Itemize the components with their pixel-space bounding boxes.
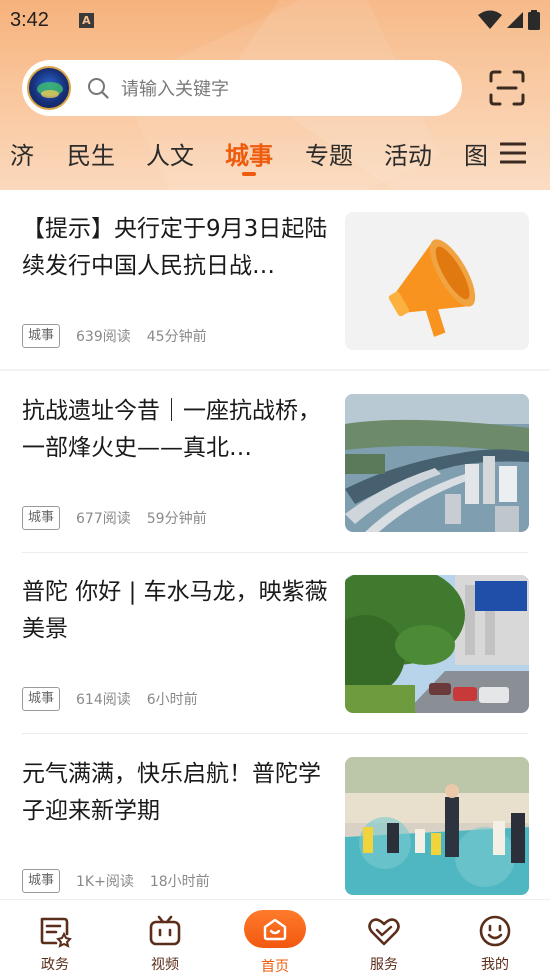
divider xyxy=(22,552,528,553)
news-meta: 城事 639阅读 45分钟前 xyxy=(22,324,207,348)
news-title: 元气满满，快乐启航！普陀学子迎来新学期 xyxy=(22,761,321,824)
school-children-photo xyxy=(345,757,529,895)
news-meta: 城事 677阅读 59分钟前 xyxy=(22,506,207,530)
publish-time: 18小时前 xyxy=(149,874,210,890)
publish-time: 6小时前 xyxy=(146,692,198,708)
nav-label: 政务 xyxy=(41,957,69,973)
notification-icon: A xyxy=(78,12,94,28)
nav-home[interactable]: 首页 xyxy=(230,900,320,979)
home-icon xyxy=(263,918,287,941)
government-affairs-icon xyxy=(40,917,72,948)
nav-government[interactable]: 政务 xyxy=(10,900,100,979)
nav-profile[interactable]: 我的 xyxy=(450,900,540,979)
category-tag: 城事 xyxy=(22,506,61,530)
read-count: 639阅读 xyxy=(76,329,131,345)
nav-video[interactable]: 视频 xyxy=(120,900,210,979)
status-indicators xyxy=(478,10,540,30)
nav-label: 视频 xyxy=(151,957,179,973)
tab-livelihood[interactable]: 民生 xyxy=(67,136,115,171)
nav-label: 服务 xyxy=(370,957,398,973)
search-row: 请输入关键字 xyxy=(0,60,550,118)
tab-economy[interactable]: 济 xyxy=(10,136,34,171)
news-item[interactable]: 元气满满，快乐启航！普陀学子迎来新学期 城事 1K+阅读 18小时前 xyxy=(0,736,550,899)
video-tv-icon xyxy=(149,915,181,946)
news-item[interactable]: 抗战遗址今昔｜一座抗战桥，一部烽火史——真北… 城事 677阅读 59分钟前 xyxy=(0,373,550,553)
publish-time: 45分钟前 xyxy=(146,329,207,345)
scan-icon[interactable] xyxy=(488,69,526,107)
active-tab-indicator xyxy=(242,172,256,176)
divider xyxy=(0,369,550,371)
tab-city-affairs[interactable]: 城事 xyxy=(225,136,273,171)
news-meta: 城事 1K+阅读 18小时前 xyxy=(22,869,210,893)
category-tag: 城事 xyxy=(22,869,61,893)
signal-icon xyxy=(507,12,523,28)
status-bar: 3:42 A xyxy=(0,0,550,40)
tab-culture[interactable]: 人文 xyxy=(146,136,194,171)
divider xyxy=(22,733,528,734)
menu-icon[interactable] xyxy=(500,141,526,165)
app-logo[interactable] xyxy=(27,66,71,110)
news-meta: 城事 614阅读 6小时前 xyxy=(22,687,198,711)
category-tag: 城事 xyxy=(22,324,61,348)
search-input[interactable]: 请输入关键字 xyxy=(121,75,229,101)
bottom-navigation: 政务 视频 首页 服务 我的 xyxy=(0,899,550,979)
street-trees-photo xyxy=(345,575,529,713)
news-item[interactable]: 普陀 你好 | 车水马龙，映紫薇美景 城事 614阅读 6小时前 xyxy=(0,554,550,734)
tab-topics[interactable]: 专题 xyxy=(305,136,353,171)
smiley-profile-icon xyxy=(479,915,511,947)
service-heart-icon xyxy=(368,918,400,946)
news-title: 普陀 你好 | 车水马龙，映紫薇美景 xyxy=(22,579,328,642)
home-button-bg xyxy=(244,910,306,948)
aerial-city-photo xyxy=(345,394,529,532)
read-count: 1K+阅读 xyxy=(76,874,134,890)
read-count: 614阅读 xyxy=(76,692,131,708)
status-time: 3:42 xyxy=(10,8,49,31)
read-count: 677阅读 xyxy=(76,511,131,527)
nav-label: 首页 xyxy=(261,959,289,975)
nav-label: 我的 xyxy=(481,957,509,973)
megaphone-image xyxy=(345,212,529,350)
search-bar[interactable]: 请输入关键字 xyxy=(22,60,462,116)
publish-time: 59分钟前 xyxy=(146,511,207,527)
news-title: 【提示】央行定于9月3日起陆续发行中国人民抗日战… xyxy=(22,216,328,279)
wifi-icon xyxy=(478,10,502,29)
news-feed: 【提示】央行定于9月3日起陆续发行中国人民抗日战… 城事 639阅读 45分钟前… xyxy=(0,191,550,899)
category-tag: 城事 xyxy=(22,687,61,711)
tab-events[interactable]: 活动 xyxy=(384,136,432,171)
tab-pictures[interactable]: 图 xyxy=(464,136,488,171)
search-icon xyxy=(88,78,109,99)
battery-icon xyxy=(528,10,540,30)
news-title: 抗战遗址今昔｜一座抗战桥，一部烽火史——真北… xyxy=(22,398,321,461)
category-tabs: 济 民生 人文 城事 专题 活动 图 xyxy=(0,128,550,180)
nav-service[interactable]: 服务 xyxy=(339,900,429,979)
news-item[interactable]: 【提示】央行定于9月3日起陆续发行中国人民抗日战… 城事 639阅读 45分钟前 xyxy=(0,191,550,371)
